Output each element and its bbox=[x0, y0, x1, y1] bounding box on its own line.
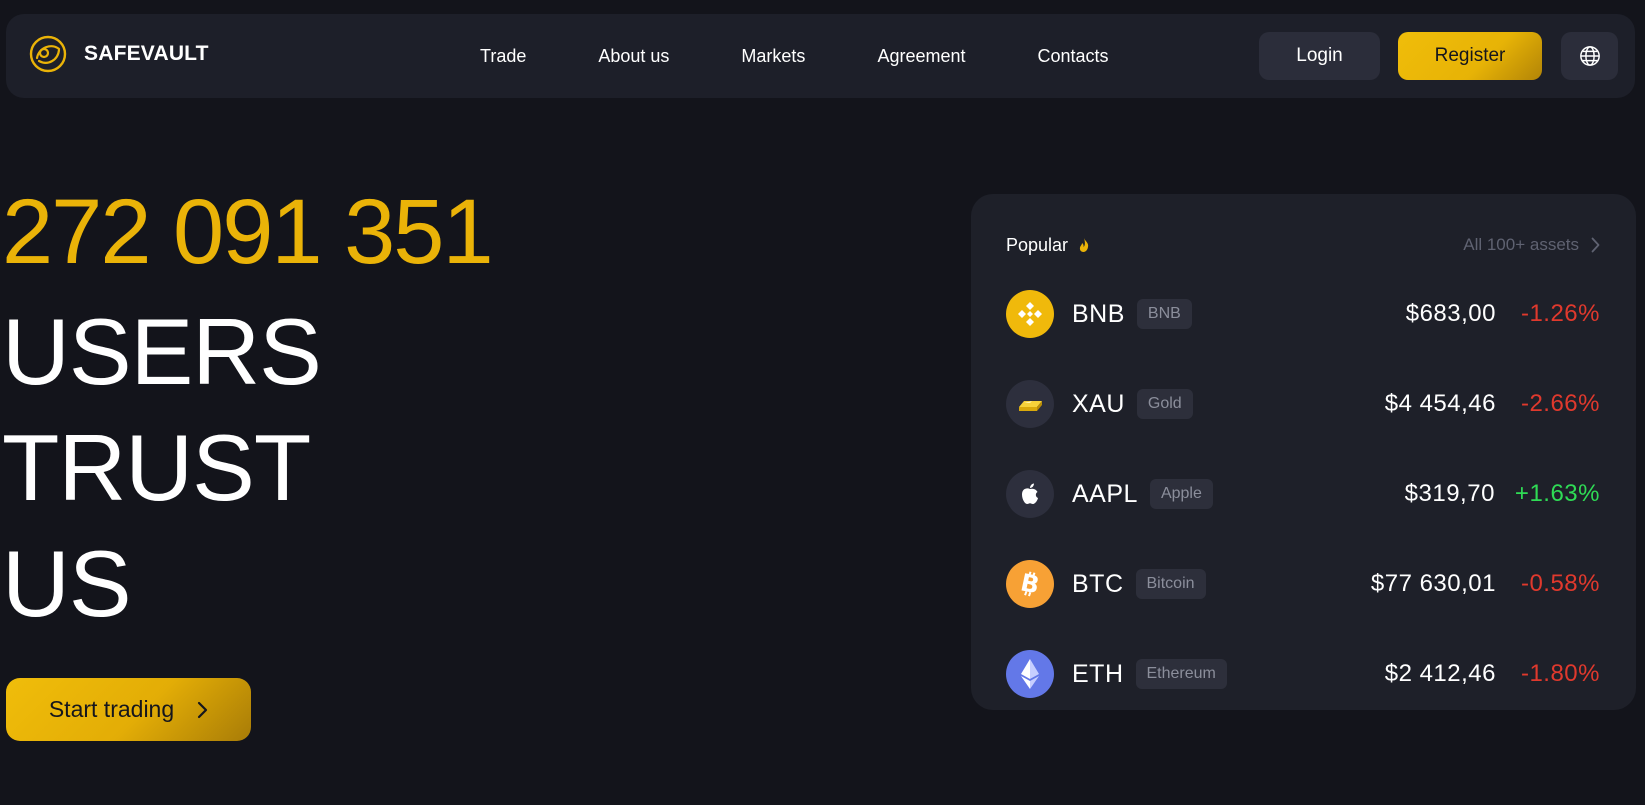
brand-name: SAFEVAULT bbox=[84, 42, 209, 65]
asset-change: +1.63% bbox=[1514, 480, 1600, 507]
asset-change: -2.66% bbox=[1520, 390, 1600, 417]
asset-symbol: ETH bbox=[1072, 659, 1124, 688]
hero-line-trust: TRUST bbox=[2, 415, 311, 520]
hero-line-users: USERS bbox=[2, 299, 322, 404]
bnb-icon bbox=[1006, 290, 1054, 338]
vault-logo-icon bbox=[29, 35, 67, 73]
chevron-right-icon bbox=[198, 701, 208, 718]
top-navbar: SAFEVAULT Trade About us Markets Agreeme… bbox=[6, 14, 1635, 98]
login-button[interactable]: Login bbox=[1259, 32, 1380, 80]
register-button[interactable]: Register bbox=[1398, 32, 1542, 80]
start-trading-label: Start trading bbox=[48, 696, 175, 722]
nav-markets[interactable]: Markets bbox=[741, 46, 805, 67]
start-trading-button[interactable]: Start trading bbox=[6, 678, 251, 741]
nav-agreement[interactable]: Agreement bbox=[877, 46, 965, 67]
globe-icon bbox=[1579, 46, 1600, 66]
popular-header: Popular All 100+ assets bbox=[1006, 230, 1600, 260]
bitcoin-icon: B bbox=[1006, 560, 1054, 608]
asset-symbol: XAU bbox=[1072, 389, 1125, 418]
asset-change: -1.26% bbox=[1520, 300, 1600, 327]
all-assets-link[interactable]: All 100+ assets bbox=[1463, 235, 1600, 255]
asset-price: $77 630,01 bbox=[1370, 570, 1496, 597]
asset-row-btc[interactable]: B BTC Bitcoin $77 630,01 -0.58% bbox=[1006, 559, 1600, 609]
apple-icon bbox=[1006, 470, 1054, 518]
asset-price: $4 454,46 bbox=[1384, 390, 1496, 417]
asset-name-tag: Ethereum bbox=[1135, 659, 1227, 689]
asset-price: $683,00 bbox=[1405, 300, 1496, 327]
popular-title: Popular bbox=[1006, 234, 1069, 255]
nav-about-us[interactable]: About us bbox=[598, 46, 669, 67]
gold-bar-icon bbox=[1006, 380, 1054, 428]
asset-price: $319,70 bbox=[1404, 480, 1495, 507]
asset-change: -0.58% bbox=[1520, 570, 1600, 597]
nav-contacts[interactable]: Contacts bbox=[1038, 46, 1109, 67]
fire-icon bbox=[1079, 238, 1089, 252]
asset-symbol: BNB bbox=[1072, 299, 1125, 328]
asset-name-tag: Gold bbox=[1136, 389, 1193, 419]
asset-change: -1.80% bbox=[1520, 660, 1600, 687]
asset-symbol: AAPL bbox=[1072, 479, 1138, 508]
asset-row-bnb[interactable]: BNB BNB $683,00 -1.26% bbox=[1006, 289, 1600, 339]
language-button[interactable] bbox=[1561, 32, 1618, 80]
nav-trade[interactable]: Trade bbox=[480, 46, 526, 67]
popular-assets-card: Popular All 100+ assets BNB BNB $683,00 … bbox=[971, 194, 1636, 710]
chevron-right-icon bbox=[1591, 237, 1600, 253]
all-assets-label: All 100+ assets bbox=[1463, 235, 1579, 254]
asset-name-tag: Bitcoin bbox=[1135, 569, 1206, 599]
asset-name-tag: BNB bbox=[1136, 299, 1192, 329]
brand-home-link[interactable]: SAFEVAULT bbox=[28, 34, 209, 74]
users-count: 272 091 351 bbox=[2, 181, 494, 283]
asset-row-eth[interactable]: ETH Ethereum $2 412,46 -1.80% bbox=[1006, 649, 1600, 699]
ethereum-icon bbox=[1006, 650, 1054, 698]
asset-symbol: BTC bbox=[1072, 569, 1124, 598]
asset-row-xau[interactable]: XAU Gold $4 454,46 -2.66% bbox=[1006, 379, 1600, 429]
asset-name-tag: Apple bbox=[1149, 479, 1213, 509]
asset-row-aapl[interactable]: AAPL Apple $319,70 +1.63% bbox=[1006, 469, 1600, 519]
main-nav: Trade About us Markets Agreement Contact… bbox=[480, 14, 1109, 98]
hero-line-us: US bbox=[2, 531, 132, 636]
asset-price: $2 412,46 bbox=[1384, 660, 1496, 687]
